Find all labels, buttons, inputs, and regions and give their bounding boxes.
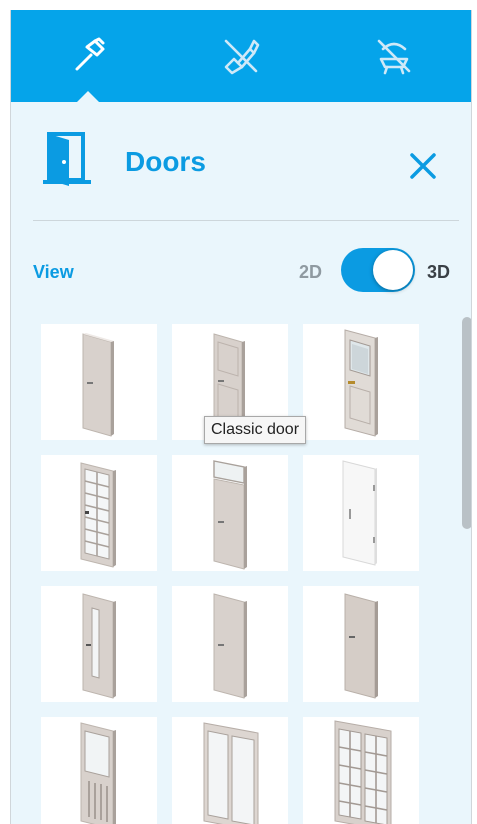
glass-panel-door-thumbnail xyxy=(344,329,378,437)
door-tile-narrow-glass[interactable] xyxy=(41,586,157,702)
door-tile-plain-2[interactable] xyxy=(172,586,288,702)
door-icon xyxy=(43,132,91,186)
view-label: View xyxy=(33,262,74,282)
door-tile-white[interactable] xyxy=(303,455,419,571)
hammer-icon xyxy=(75,37,104,71)
door-tile-grid-glass[interactable] xyxy=(41,455,157,571)
tab-paint[interactable] xyxy=(164,10,317,102)
panel-header: Doors xyxy=(11,102,471,222)
view-3d-label[interactable]: 3D xyxy=(427,262,450,283)
white-door-thumbnail xyxy=(342,460,377,566)
door-tile-plain[interactable] xyxy=(41,324,157,440)
door-tile-transom[interactable] xyxy=(172,455,288,571)
scrollbar-thumb[interactable] xyxy=(462,317,471,529)
narrow-glass-door-thumbnail xyxy=(82,593,116,699)
page-title: Doors xyxy=(125,146,206,177)
close-icon[interactable] xyxy=(407,150,439,182)
half-glass-door-thumbnail xyxy=(80,722,116,824)
double-glass-door-thumbnail xyxy=(203,722,259,824)
view-2d-label[interactable]: 2D xyxy=(299,262,322,283)
tooltip: Classic door xyxy=(204,416,307,444)
double-grid-door-thumbnail xyxy=(334,720,392,824)
plain-door-3-thumbnail xyxy=(344,593,378,699)
door-tile-plain-3[interactable] xyxy=(303,586,419,702)
transom-door-thumbnail xyxy=(213,460,247,570)
door-tile-glass-panel[interactable] xyxy=(303,324,419,440)
tab-furnish[interactable] xyxy=(317,10,470,102)
view-toggle[interactable] xyxy=(341,248,415,292)
doors-panel: Doors View 2D 3D Classic door xyxy=(10,10,472,824)
door-catalog-grid xyxy=(41,324,431,824)
tab-build[interactable] xyxy=(11,10,164,103)
door-tile-half-glass[interactable] xyxy=(41,717,157,824)
plain-door-2-thumbnail xyxy=(213,593,247,699)
plain-door-thumbnail xyxy=(82,333,114,437)
top-toolbar xyxy=(11,10,471,103)
toggle-knob[interactable] xyxy=(373,250,413,290)
grid-glass-door-thumbnail xyxy=(80,462,116,568)
door-tile-double-grid[interactable] xyxy=(303,717,419,824)
furniture-icon xyxy=(377,39,410,75)
divider xyxy=(33,220,459,221)
paint-brush-icon xyxy=(224,39,259,75)
door-tile-double-glass[interactable] xyxy=(172,717,288,824)
